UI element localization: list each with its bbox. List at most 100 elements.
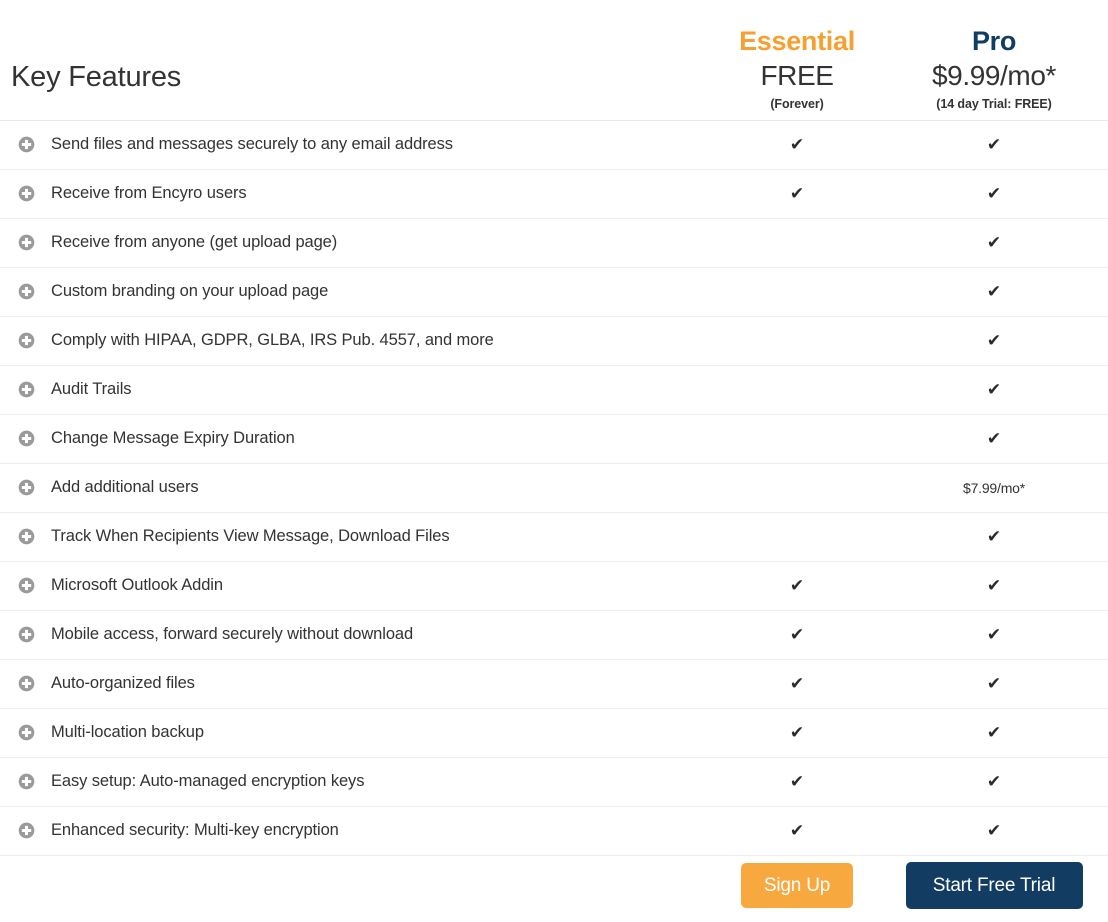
check-icon: ✔ bbox=[986, 331, 1002, 350]
table-row: Microsoft Outlook Addin ✔ ✔ bbox=[0, 562, 1108, 611]
check-icon: ✔ bbox=[986, 821, 1002, 840]
feature-cell: Mobile access, forward securely without … bbox=[0, 625, 700, 645]
cell-pro: ✔ bbox=[894, 674, 1094, 694]
check-icon: ✔ bbox=[986, 723, 1002, 742]
sign-up-button[interactable]: Sign Up bbox=[741, 863, 853, 908]
check-icon: ✔ bbox=[789, 772, 805, 791]
pricing-comparison-table: Key Features Essential FREE (Forever) Pr… bbox=[0, 0, 1108, 922]
cell-pro: ✔ bbox=[894, 723, 1094, 743]
check-icon: ✔ bbox=[789, 674, 805, 693]
cell-essential: ✔ bbox=[700, 772, 894, 792]
table-row: Enhanced security: Multi-key encryption ✔… bbox=[0, 807, 1108, 856]
plus-circle-icon[interactable] bbox=[18, 626, 51, 643]
plus-circle-icon[interactable] bbox=[18, 675, 51, 692]
feature-label: Change Message Expiry Duration bbox=[51, 429, 295, 448]
table-row: Receive from anyone (get upload page) ✔ bbox=[0, 219, 1108, 268]
feature-cell: Receive from Encyro users bbox=[0, 184, 700, 204]
cell-pro: ✔ bbox=[894, 135, 1094, 155]
feature-cell: Send files and messages securely to any … bbox=[0, 135, 700, 155]
table-row: Mobile access, forward securely without … bbox=[0, 611, 1108, 660]
table-header: Key Features Essential FREE (Forever) Pr… bbox=[0, 0, 1108, 121]
start-free-trial-button[interactable]: Start Free Trial bbox=[905, 862, 1083, 909]
cell-essential: ✔ bbox=[700, 821, 894, 841]
cell-pro: ✔ bbox=[894, 184, 1094, 204]
table-row: Add additional users $7.99/mo* bbox=[0, 464, 1108, 513]
check-icon: ✔ bbox=[789, 135, 805, 154]
cell-essential: ✔ bbox=[700, 723, 894, 743]
feature-cell: Receive from anyone (get upload page) bbox=[0, 233, 700, 253]
feature-cell: Auto-organized files bbox=[0, 674, 700, 694]
cell-pro: ✔ bbox=[894, 331, 1094, 351]
check-icon: ✔ bbox=[986, 527, 1002, 546]
features-column-header: Key Features bbox=[0, 63, 700, 120]
check-icon: ✔ bbox=[789, 625, 805, 644]
check-icon: ✔ bbox=[986, 380, 1002, 399]
cell-essential: ✔ bbox=[700, 625, 894, 645]
plus-circle-icon[interactable] bbox=[18, 136, 51, 153]
feature-cell: Easy setup: Auto-managed encryption keys bbox=[0, 772, 700, 792]
plus-circle-icon[interactable] bbox=[18, 724, 51, 741]
feature-cell: Microsoft Outlook Addin bbox=[0, 576, 700, 596]
feature-cell: Custom branding on your upload page bbox=[0, 282, 700, 302]
cell-pro: ✔ bbox=[894, 576, 1094, 596]
cell-pro: ✔ bbox=[894, 380, 1094, 400]
plan-note-essential: (Forever) bbox=[770, 97, 824, 112]
plan-name-pro: Pro bbox=[971, 25, 1017, 56]
feature-cell: Change Message Expiry Duration bbox=[0, 429, 700, 449]
cell-pro: ✔ bbox=[894, 527, 1094, 547]
check-icon: ✔ bbox=[986, 233, 1002, 252]
footer-cell-essential: Sign Up bbox=[700, 863, 894, 908]
plan-price-essential: FREE bbox=[760, 60, 834, 92]
check-icon: ✔ bbox=[986, 282, 1002, 301]
plus-circle-icon[interactable] bbox=[18, 822, 51, 839]
feature-label: Multi-location backup bbox=[51, 723, 204, 742]
feature-cell: Track When Recipients View Message, Down… bbox=[0, 527, 700, 547]
check-icon: ✔ bbox=[986, 576, 1002, 595]
feature-label: Add additional users bbox=[51, 478, 199, 497]
plan-note-pro: (14 day Trial: FREE) bbox=[936, 97, 1052, 112]
feature-label: Microsoft Outlook Addin bbox=[51, 576, 223, 595]
plus-circle-icon[interactable] bbox=[18, 283, 51, 300]
plus-circle-icon[interactable] bbox=[18, 479, 51, 496]
table-row: Easy setup: Auto-managed encryption keys… bbox=[0, 758, 1108, 807]
plus-circle-icon[interactable] bbox=[18, 528, 51, 545]
table-row: Change Message Expiry Duration ✔ bbox=[0, 415, 1108, 464]
feature-cell: Audit Trails bbox=[0, 380, 700, 400]
footer-cell-pro: Start Free Trial bbox=[894, 862, 1094, 909]
plus-circle-icon[interactable] bbox=[18, 381, 51, 398]
plus-circle-icon[interactable] bbox=[18, 577, 51, 594]
feature-label: Easy setup: Auto-managed encryption keys bbox=[51, 772, 365, 791]
cell-pro: $7.99/mo* bbox=[894, 478, 1094, 498]
feature-label: Enhanced security: Multi-key encryption bbox=[51, 821, 339, 840]
cell-essential: ✔ bbox=[700, 135, 894, 155]
plus-circle-icon[interactable] bbox=[18, 234, 51, 251]
table-footer: Sign Up Start Free Trial bbox=[0, 856, 1108, 913]
feature-label: Track When Recipients View Message, Down… bbox=[51, 527, 450, 546]
plus-circle-icon[interactable] bbox=[18, 332, 51, 349]
plus-circle-icon[interactable] bbox=[18, 185, 51, 202]
table-row: Audit Trails ✔ bbox=[0, 366, 1108, 415]
plus-circle-icon[interactable] bbox=[18, 773, 51, 790]
table-row: Receive from Encyro users ✔ ✔ bbox=[0, 170, 1108, 219]
feature-rows-list: Send files and messages securely to any … bbox=[0, 121, 1108, 856]
check-icon: ✔ bbox=[789, 821, 805, 840]
check-icon: ✔ bbox=[986, 184, 1002, 203]
feature-label: Audit Trails bbox=[51, 380, 132, 399]
check-icon: ✔ bbox=[789, 576, 805, 595]
feature-label: Comply with HIPAA, GDPR, GLBA, IRS Pub. … bbox=[51, 331, 494, 350]
plus-circle-icon[interactable] bbox=[18, 430, 51, 447]
table-row: Send files and messages securely to any … bbox=[0, 121, 1108, 170]
table-row: Auto-organized files ✔ ✔ bbox=[0, 660, 1108, 709]
check-icon: ✔ bbox=[986, 674, 1002, 693]
plan-header-essential: Essential FREE (Forever) bbox=[700, 25, 894, 120]
feature-label: Auto-organized files bbox=[51, 674, 195, 693]
cell-pro: ✔ bbox=[894, 772, 1094, 792]
feature-cell: Add additional users bbox=[0, 478, 700, 498]
plan-name-essential: Essential bbox=[739, 25, 855, 56]
cell-pro: ✔ bbox=[894, 625, 1094, 645]
table-row: Comply with HIPAA, GDPR, GLBA, IRS Pub. … bbox=[0, 317, 1108, 366]
feature-label: Receive from Encyro users bbox=[51, 184, 247, 203]
cell-essential: ✔ bbox=[700, 674, 894, 694]
cell-pro: ✔ bbox=[894, 282, 1094, 302]
plan-price-pro: $9.99/mo* bbox=[931, 60, 1057, 92]
